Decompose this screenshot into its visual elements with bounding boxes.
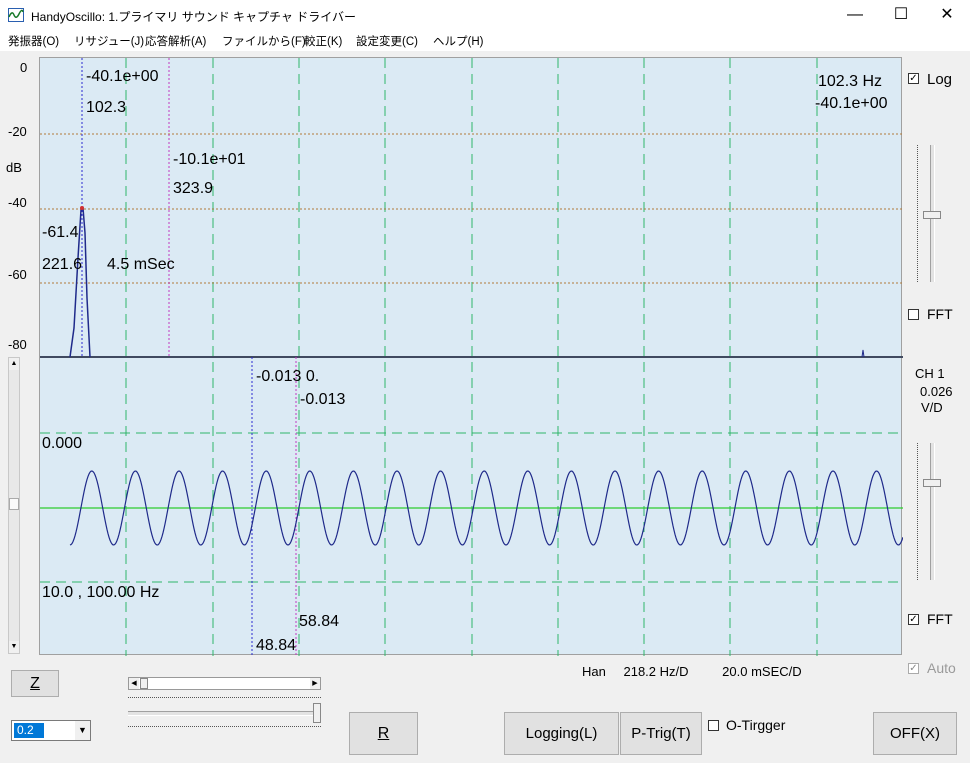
horizontal-slider[interactable] <box>128 711 318 716</box>
z-button[interactable]: Z <box>11 670 59 697</box>
fft-bottom-label: FFT <box>927 611 953 627</box>
slider-thumb[interactable] <box>923 211 941 219</box>
slider-ticks <box>128 697 321 702</box>
waveform-cursor-readout: -0.013 0. <box>256 368 320 385</box>
scroll-up-arrow-icon[interactable]: ▲ <box>9 358 19 370</box>
volts-per-div-unit: V/D <box>921 400 943 415</box>
cursor1-freq: 102.3 <box>86 99 127 116</box>
app-oscilloscope-icon <box>8 8 24 22</box>
horizontal-scrollbar[interactable]: ◀ ▶ <box>128 677 321 690</box>
peak-value: -61.4 <box>42 224 79 241</box>
cursor1-time: 48.84 <box>256 637 297 654</box>
close-button[interactable]: ✕ <box>924 0 970 31</box>
fft-top-checkbox[interactable] <box>908 309 919 320</box>
oscilloscope-plot[interactable]: -40.1e+00 102.3 -10.1e+01 323.9 -61.4 22… <box>39 57 903 656</box>
waveform-offset: 0.000 <box>42 435 83 452</box>
r-button[interactable]: R <box>349 712 418 755</box>
ptrig-button-label: P-Trig(T) <box>631 725 691 742</box>
peak-time: 4.5 mSec <box>107 256 175 273</box>
msec-per-div: 20.0 mSEC/D <box>722 664 802 679</box>
gain-select[interactable]: 0.2 ▼ <box>11 720 91 741</box>
log-checkbox[interactable]: ✓ <box>908 73 919 84</box>
channel-gain-slider[interactable] <box>923 443 941 580</box>
fft-bottom-checkbox[interactable]: ✓ <box>908 614 919 625</box>
menu-help[interactable]: ヘルプ(H) <box>433 33 483 49</box>
ptrig-button[interactable]: P-Trig(T) <box>620 712 702 755</box>
signal-info: 10.0 , 100.00 Hz <box>42 584 160 601</box>
fft-top-label: FFT <box>927 306 953 322</box>
slider-ticks <box>128 726 321 731</box>
scroll-right-arrow-icon[interactable]: ▶ <box>310 678 320 689</box>
title-bar: HandyOscillo: 1.プライマリ サウンド キャプチャ ドライバー —… <box>0 0 970 31</box>
y-tick-40: -40 <box>8 195 27 210</box>
menu-response-analysis[interactable]: 応答解析(A) <box>145 33 206 49</box>
status-row: Han 218.2 Hz/D 20.0 mSEC/D <box>582 664 802 679</box>
slider-thumb[interactable] <box>313 703 321 723</box>
spectrum-gain-slider[interactable] <box>923 145 941 282</box>
y-tick-60: -60 <box>8 267 27 282</box>
y-tick-20: -20 <box>8 124 27 139</box>
log-label: Log <box>927 71 953 88</box>
cursor2-freq: 323.9 <box>173 180 214 197</box>
check-icon: ✓ <box>909 614 918 625</box>
cursor2-value: -10.1e+01 <box>173 151 246 168</box>
peak-freq: 221.6 <box>42 256 83 273</box>
volts-per-div-value: 0.026 <box>920 384 953 399</box>
logging-button[interactable]: Logging(L) <box>504 712 619 755</box>
menu-settings[interactable]: 設定変更(C) <box>356 33 418 49</box>
cursor2-time: 58.84 <box>299 613 340 630</box>
minimize-button[interactable]: — <box>832 0 878 31</box>
hz-per-div: 218.2 Hz/D <box>623 664 689 679</box>
menu-lissajous[interactable]: リサジュー(J) <box>74 33 144 49</box>
slider-ticks <box>917 145 920 282</box>
waveform-cursor-readout-2: -0.013 <box>300 391 346 408</box>
dropdown-arrow-icon[interactable]: ▼ <box>75 721 90 740</box>
window-function: Han <box>582 664 606 679</box>
off-button-label: OFF(X) <box>890 725 940 742</box>
z-button-label: Z <box>30 675 40 692</box>
y-unit-db: dB <box>6 160 22 175</box>
off-button[interactable]: OFF(X) <box>873 712 957 755</box>
otrigger-checkbox[interactable] <box>708 720 719 731</box>
readout-value: -40.1e+00 <box>815 96 888 112</box>
maximize-button[interactable]: ☐ <box>878 0 924 31</box>
menu-bar: 発振器(O) リサジュー(J) 応答解析(A) ファイルから(F) 較正(K) … <box>0 31 970 51</box>
scroll-down-arrow-icon[interactable]: ▼ <box>9 641 19 653</box>
readout-freq: 102.3 Hz <box>818 73 883 90</box>
menu-from-file[interactable]: ファイルから(F) <box>222 33 306 49</box>
slider-ticks <box>917 443 920 580</box>
y-tick-0: 0 <box>20 60 28 75</box>
window-title: HandyOscillo: 1.プライマリ サウンド キャプチャ ドライバー <box>31 10 357 24</box>
auto-label: Auto <box>927 660 956 676</box>
scroll-left-arrow-icon[interactable]: ◀ <box>129 678 139 689</box>
logging-button-label: Logging(L) <box>525 725 598 742</box>
spectrum-peak-marker <box>80 206 84 210</box>
r-button-label: R <box>377 725 390 742</box>
y-tick-80: -80 <box>8 337 27 352</box>
menu-oscillator[interactable]: 発振器(O) <box>8 33 59 49</box>
auto-checkbox[interactable]: ✓ <box>908 663 919 674</box>
check-icon: ✓ <box>909 73 918 84</box>
otrigger-label: O-Tirgger <box>726 717 786 733</box>
scroll-thumb[interactable] <box>9 498 19 510</box>
channel-label: CH 1 <box>915 366 945 381</box>
hscroll-thumb[interactable] <box>140 678 148 689</box>
plot-canvas <box>40 58 903 656</box>
vertical-scrollbar[interactable]: ▲ ▼ <box>8 357 20 654</box>
spectrum-small-peak <box>861 349 865 358</box>
gain-select-value: 0.2 <box>14 723 44 738</box>
menu-calibration[interactable]: 較正(K) <box>304 33 342 49</box>
slider-thumb[interactable] <box>923 479 941 487</box>
cursor1-value: -40.1e+00 <box>86 68 159 85</box>
check-icon: ✓ <box>909 663 918 674</box>
